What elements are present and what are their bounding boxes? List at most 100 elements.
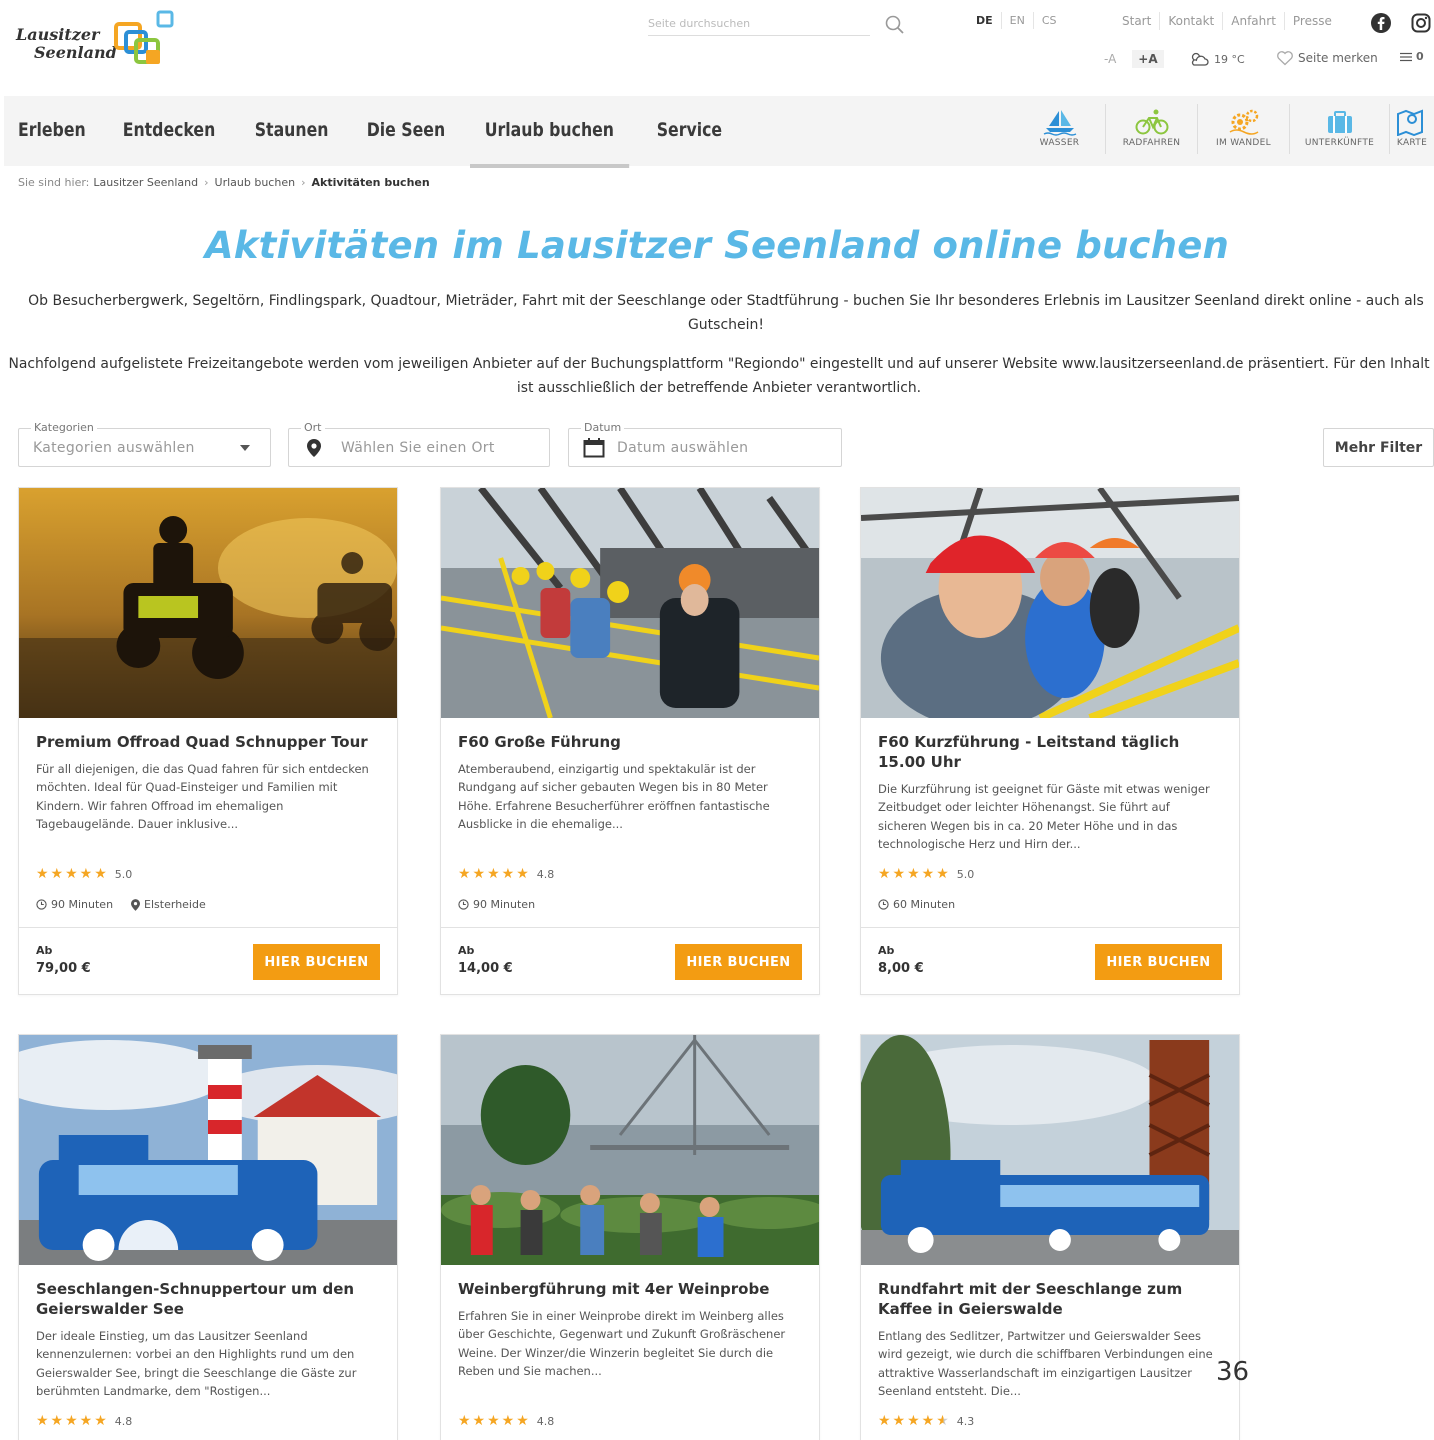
site-logo[interactable]: Lausitzer Seenland	[16, 10, 176, 70]
clock-icon	[36, 899, 47, 910]
gears-icon	[1229, 109, 1258, 135]
nav-service[interactable]: Service	[642, 96, 737, 166]
breadcrumb-urlaub-buchen[interactable]: Urlaub buchen	[215, 176, 296, 189]
card-footer: Ab 14,00 € HIER BUCHEN	[441, 927, 819, 995]
nav-urlaub-buchen[interactable]: Urlaub buchen	[469, 96, 629, 168]
card-rating: ★★★★★ 5.0	[878, 866, 975, 882]
card-description: Die Kurzführung ist geeignet für Gäste m…	[878, 782, 1210, 851]
logo-wordmark: Lausitzer Seenland	[16, 25, 117, 62]
main-navigation: Erleben Entdecken Staunen Die Seen Urlau…	[4, 96, 1434, 168]
card-duration: 90 Minuten	[473, 898, 536, 911]
price-prefix: Ab	[36, 944, 53, 957]
weather-temperature: 19 °C	[1214, 52, 1245, 66]
site-search	[648, 10, 910, 38]
top-link-kontakt[interactable]: Kontakt	[1160, 12, 1224, 30]
quicklink-im-wandel[interactable]: IM WANDEL	[1198, 104, 1290, 154]
card-meta: 60 Minuten	[878, 898, 955, 911]
card-meta: 90 Minuten	[458, 898, 535, 911]
place-filter[interactable]: Ort Wählen Sie einen Ort	[288, 421, 550, 467]
date-filter-label: Datum	[581, 421, 625, 434]
rating-stars-icon: ★★★★★	[458, 866, 531, 882]
rating-stars-icon: ★★★★★	[36, 1413, 109, 1429]
bookmark-list[interactable]: 0	[1400, 50, 1424, 63]
location-pin-icon	[307, 439, 321, 457]
breadcrumb-separator: ›	[301, 176, 306, 189]
price-prefix: Ab	[878, 944, 895, 957]
card-price: 79,00 €	[36, 961, 91, 976]
book-button[interactable]: HIER BUCHEN	[1095, 944, 1222, 980]
top-link-anfahrt[interactable]: Anfahrt	[1223, 12, 1285, 30]
clock-icon	[458, 899, 469, 910]
card-image-seeschlange-kaffee[interactable]	[861, 1035, 1239, 1265]
card-description: Atemberaubend, einzigartig und spektakul…	[458, 762, 770, 831]
quicklink-unterkuenfte[interactable]: UNTERKÜNFTE	[1290, 104, 1390, 154]
quicklink-wasser[interactable]: WASSER	[1014, 104, 1106, 154]
bicycle-icon	[1135, 109, 1168, 135]
card-title[interactable]: Seeschlangen-Schnuppertour um den Geiers…	[36, 1279, 380, 1319]
search-input[interactable]	[648, 12, 870, 36]
map-icon	[1397, 109, 1423, 136]
card-title[interactable]: F60 Kurzführung - Leitstand täglich 15.0…	[878, 732, 1222, 772]
breadcrumb-current: Aktivitäten buchen	[311, 176, 430, 189]
card-rating: ★★★★★ 4.8	[36, 1413, 133, 1429]
card-title[interactable]: Weinbergführung mit 4er Weinprobe	[458, 1279, 802, 1299]
lang-cs[interactable]: CS	[1034, 12, 1065, 29]
card-duration: 60 Minuten	[893, 898, 956, 911]
card-image-seeschlange-tour[interactable]	[19, 1035, 397, 1265]
card-image-f60-short-tour[interactable]	[861, 488, 1239, 718]
card-rating: ★★★★★ 5.0	[36, 866, 133, 882]
card-image-f60-tour[interactable]	[441, 488, 819, 718]
rating-stars-icon: ★★★★★	[878, 866, 951, 882]
card-title[interactable]: Premium Offroad Quad Schnupper Tour	[36, 732, 380, 752]
instagram-icon[interactable]	[1410, 12, 1432, 34]
calendar-icon	[583, 438, 605, 458]
rating-stars-icon: ★★★★★	[458, 1413, 531, 1429]
font-larger-button[interactable]: +A	[1132, 50, 1164, 68]
date-filter[interactable]: Datum Datum auswählen	[568, 421, 842, 467]
quicklinks: WASSER RADFAHREN IM WANDEL UNTERKÜNFTE K…	[1014, 104, 1434, 154]
card-description: Der ideale Einstieg, um das Lausitzer Se…	[36, 1329, 357, 1398]
card-duration: 90 Minuten	[51, 898, 114, 911]
nav-erleben[interactable]: Erleben	[18, 96, 100, 166]
lang-de[interactable]: DE	[968, 12, 1002, 29]
quicklink-radfahren[interactable]: RADFAHREN	[1106, 104, 1198, 154]
bookmark-count: 0	[1416, 50, 1424, 63]
card-image-quad-tour[interactable]	[19, 488, 397, 718]
language-switcher: DE EN CS	[968, 12, 1065, 29]
card-title[interactable]: F60 Große Führung	[458, 732, 802, 752]
nav-die-seen[interactable]: Die Seen	[352, 96, 460, 166]
category-filter[interactable]: Kategorien Kategorien auswählen	[18, 421, 271, 467]
card-price: 14,00 €	[458, 961, 513, 976]
book-button[interactable]: HIER BUCHEN	[253, 944, 380, 980]
facebook-icon[interactable]	[1370, 12, 1392, 34]
book-button[interactable]: HIER BUCHEN	[675, 944, 802, 980]
list-icon	[1400, 52, 1412, 61]
heart-icon	[1277, 51, 1293, 66]
weather-cloud-sun-icon	[1191, 52, 1209, 66]
lang-en[interactable]: EN	[1002, 12, 1034, 29]
nav-staunen[interactable]: Staunen	[240, 96, 343, 166]
search-icon[interactable]	[884, 14, 906, 36]
card-footer: Ab 8,00 € HIER BUCHEN	[861, 927, 1239, 995]
quicklink-karte[interactable]: KARTE	[1390, 104, 1434, 154]
card-image-weinberg-tour[interactable]	[441, 1035, 819, 1265]
suitcase-icon	[1327, 111, 1352, 133]
top-links: Start Kontakt Anfahrt Presse	[1114, 12, 1340, 30]
card-meta: 90 Minuten Elsterheide	[36, 898, 206, 911]
more-filters-button[interactable]: Mehr Filter	[1323, 428, 1434, 467]
nav-entdecken[interactable]: Entdecken	[108, 96, 230, 166]
top-link-presse[interactable]: Presse	[1285, 12, 1340, 30]
bookmark-page[interactable]: Seite merken	[1276, 50, 1378, 66]
card-footer: Ab 79,00 € HIER BUCHEN	[19, 927, 397, 995]
top-link-start[interactable]: Start	[1114, 12, 1161, 30]
rating-stars-icon: ★★★★★	[878, 1413, 951, 1429]
rating-stars-icon: ★★★★★	[36, 866, 109, 882]
card-description: Für all diejenigen, die das Quad fahren …	[36, 762, 369, 831]
font-smaller-button[interactable]: -A	[1104, 52, 1116, 66]
breadcrumb-home[interactable]: Lausitzer Seenland	[93, 176, 198, 189]
weather-widget[interactable]: 19 °C	[1188, 50, 1245, 68]
activity-card: Premium Offroad Quad Schnupper Tour Für …	[18, 487, 398, 995]
card-title[interactable]: Rundfahrt mit der Seeschlange zum Kaffee…	[878, 1279, 1222, 1319]
category-filter-label: Kategorien	[31, 421, 97, 434]
logo-mark-icon	[114, 10, 174, 64]
